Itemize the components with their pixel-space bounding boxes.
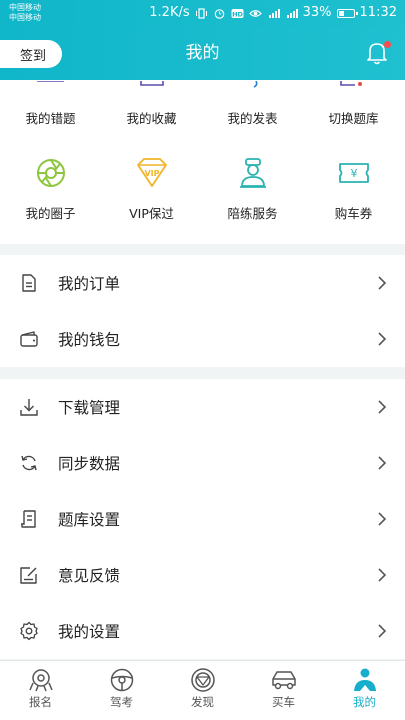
grid-label: 陪练服务 <box>227 206 278 221</box>
download-icon <box>20 399 38 416</box>
list-item-download-manager[interactable]: 下载管理 <box>0 379 405 435</box>
switch-bank-icon <box>340 81 362 86</box>
tab-label: 我的 <box>353 695 376 709</box>
grid-item-wrong-questions[interactable]: 我的错题 <box>0 80 101 127</box>
list-item-label: 我的设置 <box>58 623 121 641</box>
grid-item-car-voucher[interactable]: ¥ 购车券 <box>303 156 404 222</box>
eye-icon <box>248 9 262 17</box>
wallet-icon <box>20 331 38 347</box>
battery-percent: 33% <box>302 5 332 20</box>
tab-label: 驾考 <box>110 695 133 709</box>
chevron-right-icon <box>378 512 387 526</box>
grid-label: VIP保过 <box>129 206 174 221</box>
chevron-right-icon <box>378 276 387 290</box>
list-group-settings: 下载管理 同步数据 题库设置 意见反馈 我的设置 <box>0 379 405 659</box>
tab-signup[interactable]: 报名 <box>0 661 81 720</box>
network-speed: 1.2K/s <box>149 5 190 20</box>
sync-icon <box>21 455 37 471</box>
notification-button[interactable] <box>365 40 391 66</box>
bottom-tab-bar: 报名 驾考 发现 买车 我的 <box>0 660 405 720</box>
chevron-right-icon <box>378 456 387 470</box>
wrong-questions-icon <box>37 80 64 82</box>
settings-gear-icon <box>20 621 38 641</box>
list-item-question-bank-settings[interactable]: 题库设置 <box>0 491 405 547</box>
question-bank-icon <box>21 510 36 528</box>
grid-item-my-posts[interactable]: 我的发表 <box>202 80 303 127</box>
favorites-icon <box>140 81 164 86</box>
grid-item-coach-service[interactable]: 陪练服务 <box>202 156 303 222</box>
feature-grid: 我的错题 我的收藏 我的发表 切换题库 我的圈子 VIP VIP保过 陪练服务 … <box>0 80 405 244</box>
discover-icon <box>190 668 215 692</box>
list-item-sync-data[interactable]: 同步数据 <box>0 435 405 491</box>
chevron-right-icon <box>378 332 387 346</box>
aperture-icon <box>36 159 65 187</box>
grid-label: 我的圈子 <box>25 206 76 221</box>
list-item-label: 下载管理 <box>58 399 121 417</box>
car-icon <box>271 671 296 690</box>
list-group-orders: 我的订单 我的钱包 <box>0 255 405 367</box>
list-item-feedback[interactable]: 意见反馈 <box>0 547 405 603</box>
tab-label: 发现 <box>191 695 214 709</box>
alarm-icon <box>214 8 224 19</box>
list-item-label: 我的钱包 <box>58 331 121 349</box>
grid-label: 我的发表 <box>227 111 278 126</box>
tab-mine[interactable]: 我的 <box>324 661 405 720</box>
grid-label: 我的收藏 <box>126 111 177 126</box>
tab-discover[interactable]: 发现 <box>162 661 243 720</box>
list-item-label: 同步数据 <box>58 455 121 473</box>
signal-4g-icon <box>268 8 280 18</box>
list-item-label: 意见反馈 <box>58 567 121 585</box>
list-item-my-settings[interactable]: 我的设置 <box>0 603 405 659</box>
list-item-label: 我的订单 <box>58 275 121 293</box>
content-area: 我的错题 我的收藏 我的发表 切换题库 我的圈子 VIP VIP保过 陪练服务 … <box>0 80 405 660</box>
grid-item-switch-bank[interactable]: 切换题库 <box>303 80 404 127</box>
status-bar: 中国移动 中国移动 1.2K/s HD 33% 11:32 <box>0 0 405 27</box>
header: 签到 我的 <box>0 27 405 80</box>
ticket-symbol: ¥ <box>350 167 357 180</box>
order-document-icon <box>22 274 36 292</box>
vip-badge-text: VIP <box>144 169 159 178</box>
feedback-icon <box>20 567 37 584</box>
grid-item-vip[interactable]: VIP VIP保过 <box>101 156 202 222</box>
grid-label: 我的错题 <box>25 111 76 126</box>
list-item-label: 题库设置 <box>58 511 121 529</box>
tab-label: 买车 <box>272 695 295 709</box>
vip-diamond-icon: VIP <box>136 158 167 187</box>
list-item-my-orders[interactable]: 我的订单 <box>0 255 405 311</box>
list-item-my-wallet[interactable]: 我的钱包 <box>0 311 405 367</box>
signal-icon <box>286 8 298 18</box>
status-indicators: 1.2K/s HD 33% 11:32 <box>149 5 397 21</box>
clock: 11:32 <box>359 5 397 20</box>
coach-icon <box>239 158 266 188</box>
grid-item-favorites[interactable]: 我的收藏 <box>101 80 202 127</box>
carrier-1: 中国移动 <box>9 3 41 12</box>
battery-icon <box>336 8 358 18</box>
chevron-right-icon <box>378 400 387 414</box>
grid-label: 购车券 <box>334 206 373 221</box>
notification-dot <box>384 41 391 48</box>
posts-icon <box>253 80 258 88</box>
tab-label: 报名 <box>29 695 52 709</box>
hd-icon: HD <box>231 8 243 18</box>
ticket-icon: ¥ <box>338 163 369 183</box>
tab-driving-test[interactable]: 驾考 <box>81 661 162 720</box>
grid-item-my-circle[interactable]: 我的圈子 <box>0 156 101 222</box>
svg-text:HD: HD <box>232 10 243 18</box>
tab-buy-car[interactable]: 买车 <box>243 661 324 720</box>
signup-icon <box>28 669 53 692</box>
carrier-info: 中国移动 中国移动 <box>9 3 41 23</box>
chevron-right-icon <box>378 568 387 582</box>
steering-wheel-icon <box>110 668 133 692</box>
carrier-2: 中国移动 <box>9 13 41 22</box>
grid-label: 切换题库 <box>328 111 379 126</box>
chevron-right-icon <box>378 624 387 638</box>
page-title: 我的 <box>185 43 220 63</box>
vibrate-icon <box>195 7 207 19</box>
profile-icon <box>353 668 376 691</box>
